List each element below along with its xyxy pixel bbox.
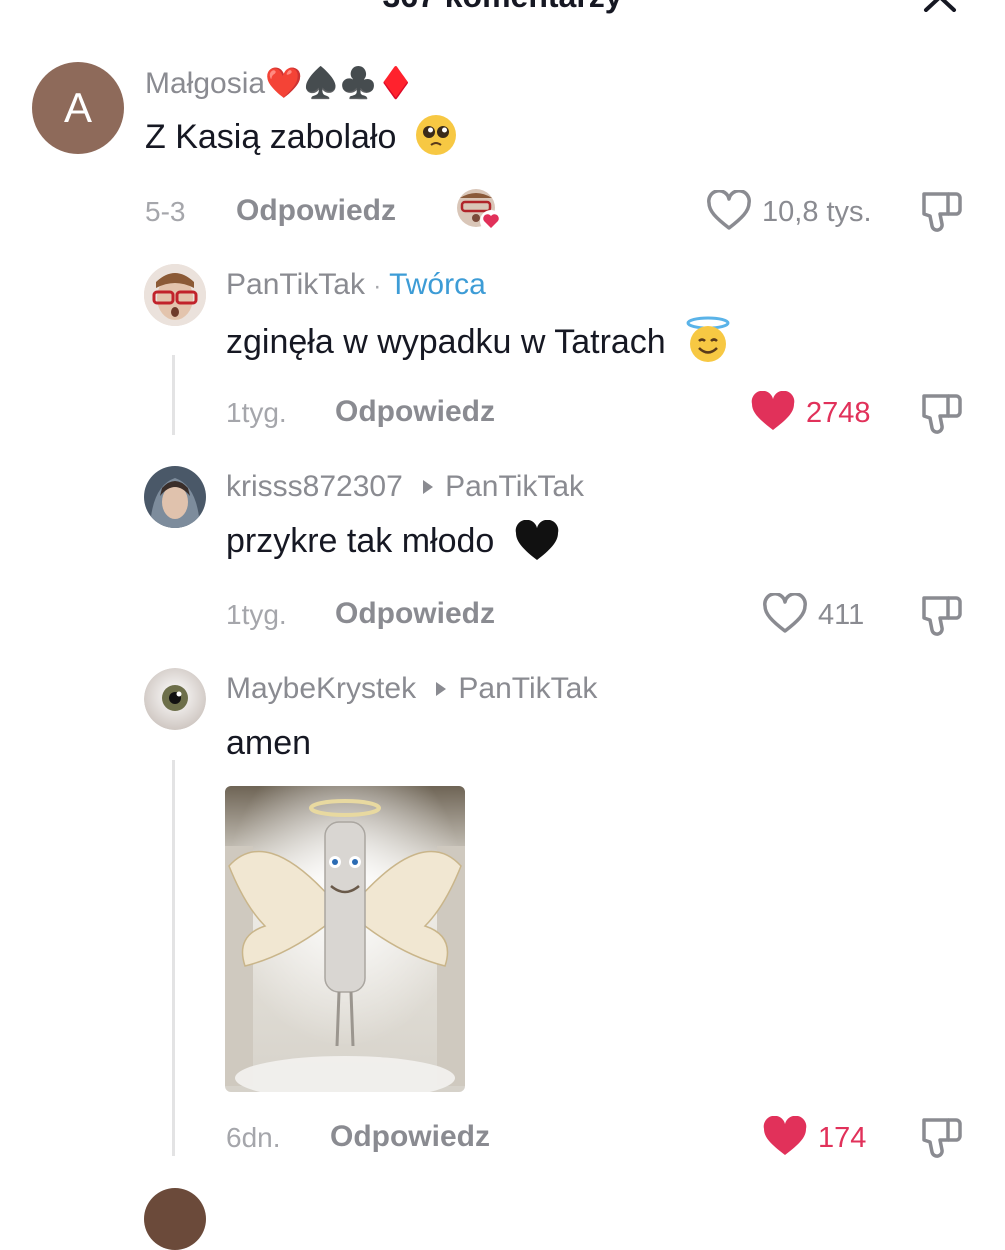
angel-image (225, 786, 465, 1092)
like-count: 10,8 tys. (762, 196, 872, 228)
comment-time: 1tyg. (226, 397, 287, 428)
creator-badge: Twórca (389, 268, 486, 301)
reply-button[interactable]: Odpowiedz (335, 395, 495, 429)
avatar-letter: A (32, 62, 124, 154)
comment-text: Z Kasią zabolało (145, 115, 456, 159)
avatar[interactable] (144, 264, 206, 326)
reply-arrow-icon (436, 682, 447, 696)
username-suffix-emojis: ❤️♠️♣️♦️ (265, 67, 415, 100)
reply-to-username[interactable]: PanTikTak (458, 672, 597, 705)
comment-text-content: Z Kasią zabolało (145, 118, 397, 156)
comment-text: amen (226, 724, 311, 763)
comment-time: 6dn. (226, 1122, 281, 1153)
like-count: 411 (818, 599, 865, 631)
like-heart-outline-icon[interactable] (762, 593, 808, 635)
comment-text: zginęła w wypadku w Tatrach (226, 316, 731, 368)
close-icon[interactable] (918, 0, 962, 12)
avatar[interactable]: A (32, 62, 124, 154)
reply-button[interactable]: Odpowiedz (236, 194, 396, 228)
comment-image-attachment[interactable] (225, 786, 465, 1092)
like-heart-filled-icon[interactable] (762, 1116, 808, 1158)
like-heart-filled-icon[interactable] (750, 391, 796, 433)
dislike-icon[interactable] (918, 592, 964, 638)
avatar[interactable] (144, 466, 206, 528)
comment-text-content: zginęła w wypadku w Tatrach (226, 322, 666, 361)
comment-username[interactable]: PanTikTak · Twórca (226, 268, 486, 302)
like-heart-outline-icon[interactable] (706, 190, 752, 232)
heart-icon (480, 210, 502, 232)
comment-username[interactable]: MaybeKrystek PanTikTak (226, 672, 597, 706)
reply-button[interactable]: Odpowiedz (330, 1120, 490, 1154)
dislike-icon[interactable] (918, 188, 964, 234)
comment-text-content: amen (226, 724, 312, 762)
like-count: 2748 (806, 397, 871, 429)
reply-arrow-icon (423, 480, 434, 494)
like-count: 174 (818, 1122, 867, 1154)
black-heart-icon (514, 520, 560, 562)
avatar[interactable] (144, 1188, 206, 1250)
dislike-icon[interactable] (918, 390, 964, 436)
thread-line (172, 355, 175, 435)
smiling-face-with-halo-icon (685, 316, 731, 364)
dislike-icon[interactable] (918, 1114, 964, 1160)
reply-to-username[interactable]: PanTikTak (445, 470, 584, 503)
username-text: MaybeKrystek (226, 672, 417, 705)
username-text: krisss872307 (226, 470, 403, 503)
comments-count-title: 367 komentarzy (0, 0, 1005, 15)
creator-liked-avatar (456, 188, 502, 232)
separator: · (373, 273, 382, 300)
comment-username[interactable]: krisss872307 PanTikTak (226, 470, 584, 504)
comment-username[interactable]: Małgosia❤️♠️♣️♦️ (145, 66, 414, 101)
reply-button[interactable]: Odpowiedz (335, 597, 495, 631)
pleading-face-icon (415, 115, 456, 156)
comment-time: 5-3 (145, 196, 186, 227)
comment-time: 1tyg. (226, 599, 287, 630)
avatar[interactable] (144, 668, 206, 730)
username-text: Małgosia (145, 67, 266, 100)
username-text: PanTikTak (226, 268, 365, 301)
thread-line (172, 760, 175, 1156)
comment-text: przykre tak młodo (226, 520, 560, 564)
comment-text-content: przykre tak młodo (226, 522, 495, 560)
